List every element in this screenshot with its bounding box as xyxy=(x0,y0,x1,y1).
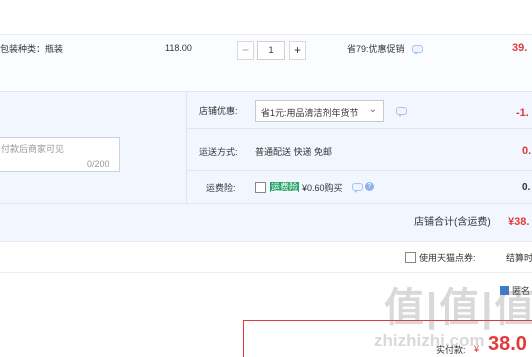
quantity-minus-button[interactable]: − xyxy=(237,41,254,60)
quantity-plus-button[interactable]: + xyxy=(289,41,306,60)
insurance-text[interactable]: 运费险 xyxy=(270,181,300,193)
insurance-price: ¥0.60购买 xyxy=(302,183,343,193)
chevron-down-icon: ⌄ xyxy=(368,104,377,115)
product-subtotal: 39. xyxy=(512,42,528,54)
insurance-label: 运费险: xyxy=(206,183,236,193)
promo-text[interactable]: 省79:优惠促销 xyxy=(347,43,405,55)
discount-select[interactable]: 省1元:用品清洁剂年货节 ⌄ xyxy=(255,100,384,122)
insurance-tag[interactable]: 运费险 xyxy=(270,182,300,192)
discount-selected-value: 省1元:用品清洁剂年货节 xyxy=(261,108,359,118)
shipping-method: 普通配送 快递 免邮 xyxy=(255,147,333,157)
payment-amount: 38.0 xyxy=(488,333,527,355)
chat-icon[interactable] xyxy=(412,45,423,55)
coupon-right-text: 结算时 xyxy=(506,253,532,263)
divider xyxy=(187,170,532,171)
note-counter: 0/200 xyxy=(87,159,110,169)
insurance-amount: 0. xyxy=(522,182,531,193)
insurance-checkbox[interactable] xyxy=(255,182,266,193)
coupon-checkbox[interactable] xyxy=(405,252,416,263)
divider xyxy=(187,128,532,129)
chat-icon[interactable] xyxy=(352,183,363,193)
shop-total-label: 店铺合计(含运费) xyxy=(414,217,491,228)
shipping-amount: 0. xyxy=(522,145,532,157)
shop-total-amount: ¥38. xyxy=(508,216,530,228)
coupon-label: 使用天猫点券: xyxy=(419,253,476,263)
discount-label: 店铺优惠: xyxy=(199,106,238,116)
shipping-label: 运送方式: xyxy=(199,147,238,157)
quantity-input[interactable]: 1 xyxy=(257,41,285,60)
seller-note-input[interactable]: 付款后商家可见 0/200 xyxy=(0,137,120,172)
product-spec: 包装种类：瓶装 xyxy=(0,44,64,54)
help-icon[interactable]: ? xyxy=(365,182,374,191)
note-placeholder: 付款后商家可见 xyxy=(1,144,65,154)
product-price: 118.00 xyxy=(165,43,192,53)
divider xyxy=(186,92,187,204)
watermark-site: zhizhizhi.com xyxy=(374,331,485,350)
discount-amount: -1. xyxy=(516,107,529,119)
watermark-logo: 值|值|值 xyxy=(384,286,532,330)
divider xyxy=(0,272,532,273)
chat-icon[interactable] xyxy=(396,107,407,117)
